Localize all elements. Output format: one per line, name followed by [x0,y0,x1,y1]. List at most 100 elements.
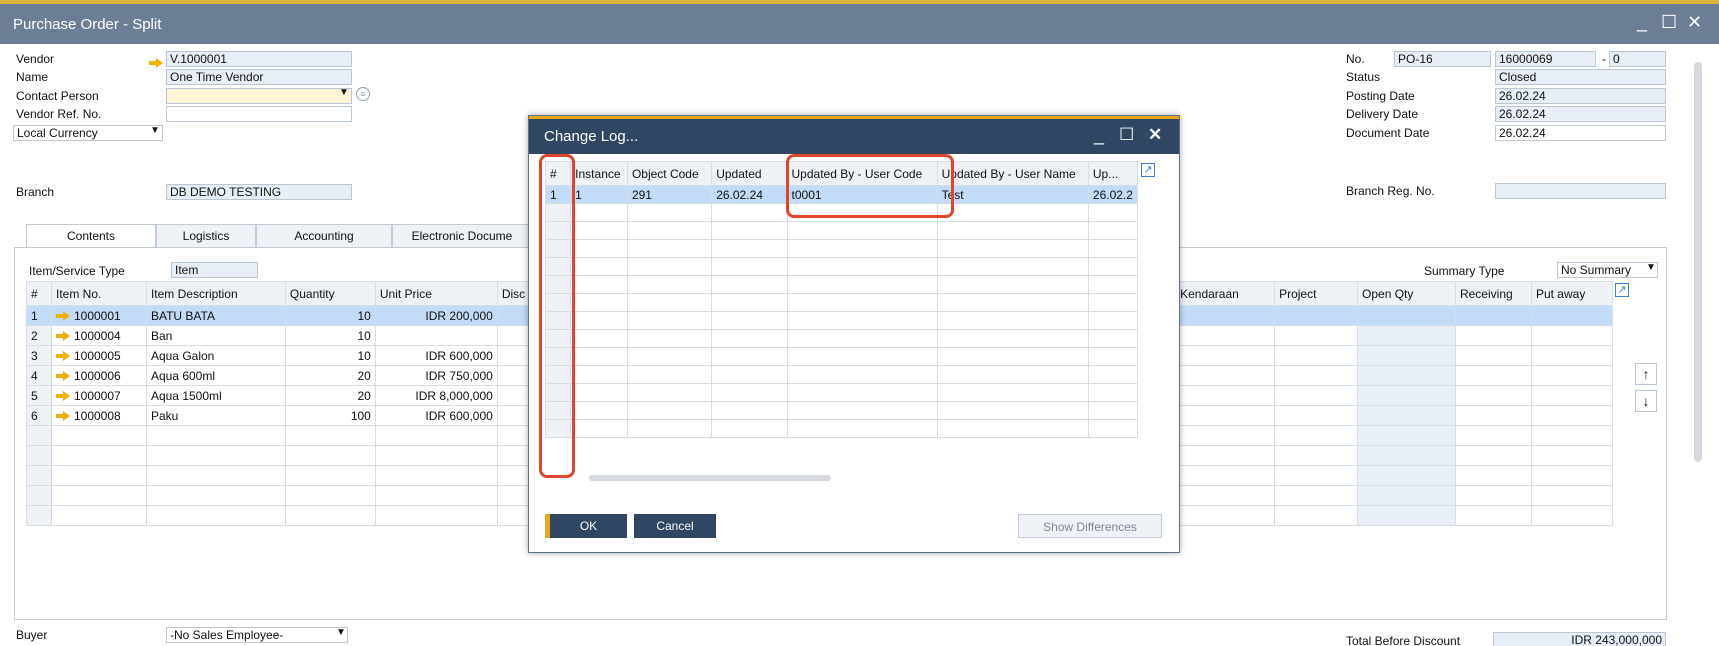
table-cell[interactable] [145,505,286,526]
table-cell[interactable] [1454,405,1532,426]
table-cell[interactable] [1357,405,1456,426]
table-row[interactable] [544,419,1139,438]
move-down-icon[interactable]: ↓ [1635,390,1657,412]
col-header[interactable]: # [26,281,52,306]
table-cell[interactable] [50,505,147,526]
table-cell[interactable]: Test [936,185,1089,204]
table-cell[interactable] [284,425,376,446]
expand-icon[interactable]: ↗ [1141,163,1155,177]
name-field[interactable]: One Time Vendor [166,69,352,85]
table-cell[interactable] [570,401,628,420]
table-cell[interactable] [1175,325,1276,346]
buyer-dropdown[interactable]: -No Sales Employee- [166,627,348,643]
table-cell[interactable] [786,401,938,420]
col-header[interactable]: Open Qty [1357,281,1456,306]
table-cell[interactable] [936,257,1089,276]
table-cell[interactable] [1357,385,1456,406]
table-row[interactable] [544,293,1139,312]
table-cell[interactable] [1087,383,1139,402]
link-arrow-icon[interactable] [55,371,70,382]
dropdown-arrow-icon[interactable]: ▼ [336,627,346,638]
maximize-icon[interactable]: ☐ [1119,125,1134,145]
table-cell[interactable] [786,275,938,294]
table-cell[interactable] [626,203,713,222]
col-header[interactable]: Instance [570,161,628,186]
table-cell[interactable] [1357,445,1456,466]
summary-type-dropdown[interactable]: No Summary [1557,262,1658,278]
table-cell[interactable] [936,203,1089,222]
table-cell[interactable] [626,419,713,438]
table-cell[interactable]: 1000008 [50,405,147,426]
table-cell[interactable] [1175,465,1276,486]
table-cell[interactable] [1087,221,1139,240]
table-cell[interactable] [626,347,713,366]
table-cell[interactable] [284,505,376,526]
table-cell[interactable] [1530,305,1614,326]
table-cell[interactable] [570,221,628,240]
table-cell[interactable]: Aqua Galon [145,345,286,366]
col-header[interactable]: Put away [1530,281,1614,306]
table-cell[interactable] [786,311,938,330]
dropdown-arrow-icon[interactable]: ▼ [150,125,160,136]
table-cell[interactable] [570,257,628,276]
table-cell[interactable] [1530,325,1614,346]
table-cell[interactable] [1274,345,1359,366]
branch-reg-field[interactable] [1495,183,1666,199]
table-cell[interactable] [1530,445,1614,466]
table-cell[interactable] [786,221,938,240]
posting-date-field[interactable]: 26.02.24 [1495,88,1666,104]
dropdown-arrow-icon[interactable]: ▼ [339,87,349,98]
table-cell[interactable] [374,445,498,466]
table-cell[interactable] [1357,345,1456,366]
table-row[interactable] [544,383,1139,402]
table-cell[interactable] [1530,345,1614,366]
table-cell[interactable] [1274,445,1359,466]
table-cell[interactable]: IDR 750,000 [374,365,498,386]
table-cell[interactable] [570,293,628,312]
table-cell[interactable]: 1000005 [50,345,147,366]
table-cell[interactable] [1454,485,1532,506]
table-cell[interactable] [570,419,628,438]
table-cell[interactable]: BATU BATA [145,305,286,326]
table-cell[interactable] [711,203,788,222]
table-cell[interactable]: 1000007 [50,385,147,406]
table-cell[interactable] [1087,347,1139,366]
table-cell[interactable]: 26.02.24 [711,185,788,204]
table-cell[interactable] [1274,425,1359,446]
table-row[interactable] [544,365,1139,384]
table-cell[interactable]: Aqua 600ml [145,365,286,386]
close-icon[interactable]: ✕ [1687,12,1702,33]
ok-button[interactable]: OK [545,514,627,538]
table-cell[interactable] [50,465,147,486]
table-cell[interactable] [1454,365,1532,386]
table-cell[interactable] [1454,465,1532,486]
table-cell[interactable] [1530,505,1614,526]
link-arrow-icon[interactable] [55,311,70,322]
table-cell[interactable] [374,505,498,526]
table-cell[interactable] [1175,385,1276,406]
table-cell[interactable] [711,275,788,294]
table-row[interactable] [544,347,1139,366]
doc-suffix-field[interactable]: 0 [1609,51,1666,67]
expand-icon[interactable]: ↗ [1615,283,1629,297]
doc-number-field[interactable]: 16000069 [1495,51,1596,67]
col-header[interactable]: Project [1274,281,1359,306]
currency-dropdown[interactable]: Local Currency [13,125,163,141]
total-before-discount-field[interactable]: IDR 243,000,000 [1493,632,1666,646]
table-cell[interactable] [1357,485,1456,506]
table-cell[interactable] [1087,365,1139,384]
table-cell[interactable] [626,383,713,402]
series-field[interactable]: PO-16 [1394,51,1491,67]
table-cell[interactable] [1357,465,1456,486]
table-cell[interactable] [786,257,938,276]
table-cell[interactable] [1454,325,1532,346]
table-cell[interactable] [570,239,628,258]
table-cell[interactable] [1274,385,1359,406]
table-cell[interactable]: 10 [284,305,376,326]
link-arrow-icon[interactable] [55,391,70,402]
table-cell[interactable] [1175,505,1276,526]
table-cell[interactable] [711,329,788,348]
table-cell[interactable]: IDR 8,000,000 [374,385,498,406]
link-arrow-icon[interactable] [55,351,70,362]
table-cell[interactable] [1175,485,1276,506]
